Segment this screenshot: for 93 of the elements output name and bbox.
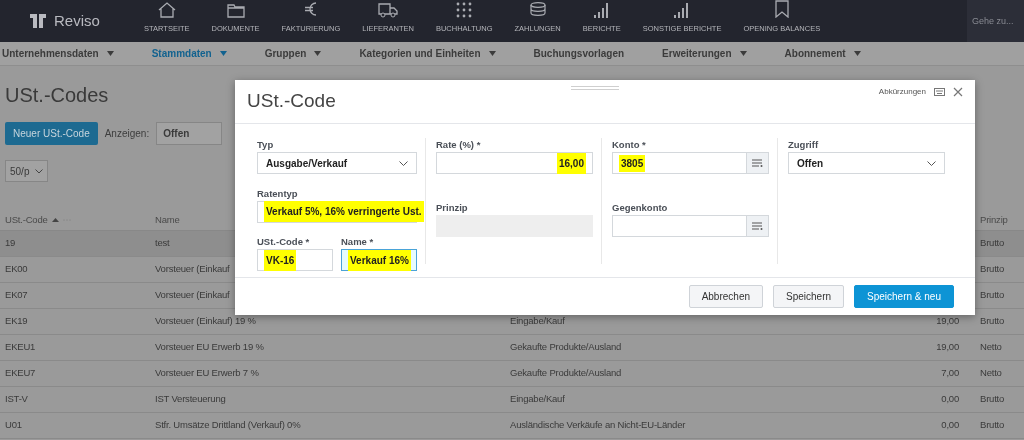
table-cell: Netto bbox=[980, 341, 1002, 353]
table-cell: Vorsteuer (Einkauf) 19 % bbox=[155, 315, 256, 327]
sort-ascending-icon[interactable] bbox=[51, 218, 59, 222]
home-icon[interactable] bbox=[157, 1, 176, 18]
select-field[interactable]: Offen bbox=[788, 152, 945, 174]
table-cell: EK07 bbox=[5, 289, 28, 301]
field-label: Zugriff bbox=[788, 138, 820, 149]
grid-icon[interactable] bbox=[456, 1, 473, 18]
table-cell: IST Versteuerung bbox=[155, 393, 226, 405]
table-cell: 0,00 bbox=[941, 419, 959, 431]
dialog-button[interactable]: Abbrechen bbox=[688, 285, 763, 308]
sub-nav-menu[interactable]: Kategorien und Einheiten bbox=[359, 46, 481, 61]
field-value: 3805 bbox=[619, 154, 646, 172]
table-cell: EKEU7 bbox=[5, 367, 36, 379]
table-cell: Brutto bbox=[980, 289, 1005, 301]
table-cell: Stfr. Umsätze Drittland (Verkauf) 0% bbox=[155, 419, 301, 431]
dialog-button[interactable]: Speichern bbox=[773, 285, 845, 308]
sub-nav-menu[interactable]: Abonnement bbox=[784, 46, 846, 61]
table-cell: 19 bbox=[5, 237, 16, 249]
table-cell: Gekaufte Produkte/Ausland bbox=[510, 341, 622, 353]
dialog-title: USt.-Code bbox=[247, 89, 336, 114]
show-select[interactable]: Offen bbox=[156, 122, 223, 145]
list-icon[interactable] bbox=[752, 222, 763, 230]
table-cell: Brutto bbox=[980, 315, 1005, 327]
table-cell: Eingabe/Kauf bbox=[510, 393, 565, 405]
field-value: 16,00 bbox=[556, 152, 586, 174]
lookup-field[interactable]: 3805 bbox=[612, 152, 769, 174]
input-field[interactable]: VK-16 bbox=[257, 249, 333, 271]
field-label: USt.-Code * bbox=[257, 235, 311, 246]
coins-icon[interactable] bbox=[528, 1, 547, 18]
input-field[interactable]: Verkauf 16% bbox=[341, 249, 417, 271]
table-cell: EK00 bbox=[5, 263, 28, 275]
field-label: Ratentyp bbox=[257, 186, 299, 198]
table-cell: test bbox=[155, 237, 170, 249]
table-cell: Brutto bbox=[980, 263, 1005, 275]
table-cell: Brutto bbox=[980, 237, 1005, 249]
table-cell: Vorsteuer (Einkauf bbox=[155, 263, 230, 275]
euro-icon[interactable] bbox=[303, 0, 318, 18]
search-field[interactable]: Gehe zu... bbox=[967, 0, 1024, 42]
field-value: Verkauf 16% bbox=[348, 249, 411, 271]
table-cell: 7,00 bbox=[941, 367, 959, 379]
table-cell: Vorsteuer EU Erwerb 19 % bbox=[155, 341, 264, 353]
sub-nav-menu[interactable]: Unternehmensdaten bbox=[2, 46, 99, 61]
table-cell: Netto bbox=[980, 367, 1002, 379]
field-label: Rate (%) * bbox=[436, 138, 482, 149]
table-cell: U01 bbox=[5, 419, 22, 431]
page-size-select[interactable]: 50/p bbox=[5, 160, 48, 182]
list-icon[interactable] bbox=[752, 159, 763, 167]
table-cell: 19,00 bbox=[936, 341, 959, 353]
folder-icon[interactable] bbox=[226, 2, 245, 18]
field-label: Typ bbox=[257, 138, 275, 149]
table-cell: 19,00 bbox=[936, 315, 959, 327]
logo-icon bbox=[28, 12, 48, 30]
page-title: USt.-Codes bbox=[5, 84, 109, 106]
table-cell: EK19 bbox=[5, 315, 28, 327]
field-label: Prinzip bbox=[436, 201, 469, 212]
sub-nav-menu[interactable]: Buchungsvorlagen bbox=[533, 46, 625, 61]
table-cell: 0,00 bbox=[941, 393, 959, 405]
input-field[interactable]: 16,00 bbox=[436, 152, 593, 174]
keyboard-icon[interactable] bbox=[934, 88, 945, 96]
table-cell: Brutto bbox=[980, 419, 1005, 431]
select-value: Offen bbox=[797, 156, 824, 171]
field-label: Gegenkonto bbox=[612, 201, 669, 212]
lookup-field[interactable] bbox=[612, 215, 769, 237]
shortcuts-link[interactable]: Abkürzungen bbox=[878, 86, 926, 98]
table-cell: EKEU1 bbox=[5, 341, 36, 353]
bar-chart-icon[interactable] bbox=[592, 1, 611, 18]
select-value: Verkauf 5%, 16% verringerte Ust. bbox=[264, 201, 424, 222]
sub-nav-menu[interactable]: Gruppen bbox=[264, 46, 307, 61]
table-cell: Brutto bbox=[980, 393, 1005, 405]
bookmark-icon[interactable] bbox=[774, 0, 789, 18]
select-value: Ausgabe/Verkauf bbox=[266, 156, 348, 171]
chevron-down-icon bbox=[35, 168, 43, 174]
show-label: Anzeigen: bbox=[104, 127, 150, 141]
table-cell: Gekaufte Produkte/Ausland bbox=[510, 367, 622, 379]
select-value: 50/p bbox=[10, 164, 30, 179]
field-value: VK-16 bbox=[264, 249, 297, 271]
table-cell: IST-V bbox=[5, 393, 28, 405]
close-icon[interactable] bbox=[953, 87, 963, 97]
truck-icon[interactable] bbox=[378, 1, 399, 18]
select-field[interactable]: Ausgabe/Verkauf bbox=[257, 152, 417, 174]
drag-handle[interactable] bbox=[571, 86, 619, 90]
sub-nav-menu[interactable]: Erweiterungen bbox=[662, 46, 732, 61]
new-code-button[interactable]: Neuer USt.-Code bbox=[5, 122, 98, 145]
table-cell: Eingabe/Kauf bbox=[510, 315, 565, 327]
field-label: Konto * bbox=[612, 138, 647, 149]
logo-text: Reviso bbox=[54, 10, 100, 31]
chevron-down-icon bbox=[399, 160, 408, 166]
table-cell: Ausländische Verkäufe an Nicht-EU-Länder bbox=[510, 419, 686, 431]
table-cell: Vorsteuer EU Erwerb 7 % bbox=[155, 367, 259, 379]
table-cell: Vorsteuer (Einkauf bbox=[155, 289, 230, 301]
chevron-down-icon bbox=[927, 160, 936, 166]
field-label: Name * bbox=[341, 235, 375, 246]
